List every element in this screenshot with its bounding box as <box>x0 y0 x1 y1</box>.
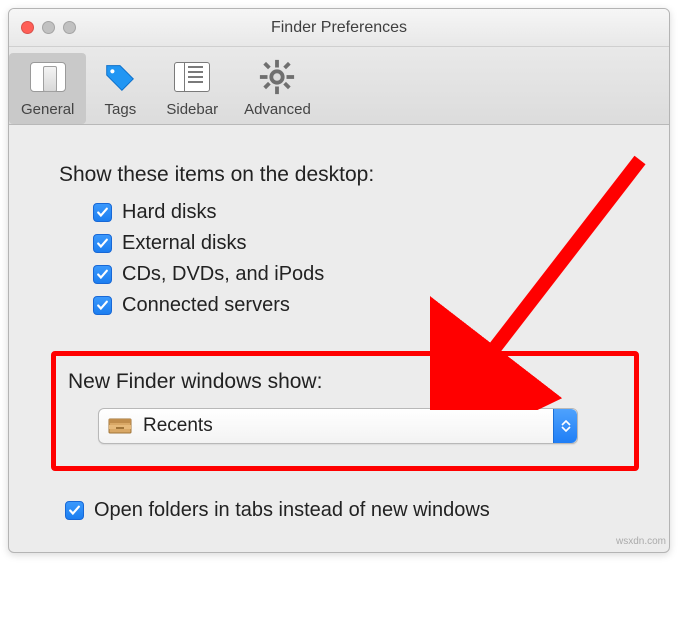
tag-icon <box>100 57 140 97</box>
recents-drawer-icon <box>107 415 133 437</box>
zoom-icon[interactable] <box>63 21 76 34</box>
check-cds-dvds-ipods[interactable]: CDs, DVDs, and iPods <box>93 263 639 286</box>
popup-selected-label: Recents <box>143 415 213 437</box>
switch-icon <box>28 57 68 97</box>
tab-sidebar[interactable]: Sidebar <box>154 53 230 124</box>
new-window-heading: New Finder windows show: <box>68 370 616 394</box>
watermark-text: wsxdn.com <box>616 536 666 547</box>
gear-icon <box>257 57 297 97</box>
check-label: External disks <box>122 232 247 255</box>
check-label: Hard disks <box>122 201 216 224</box>
content-pane: Show these items on the desktop: Hard di… <box>9 125 669 552</box>
check-hard-disks[interactable]: Hard disks <box>93 201 639 224</box>
checkbox-icon <box>93 296 112 315</box>
minimize-icon[interactable] <box>42 21 55 34</box>
tab-tags-label: Tags <box>105 101 137 118</box>
tab-advanced-label: Advanced <box>244 101 311 118</box>
desktop-items-list: Hard disks External disks CDs, DVDs, and… <box>93 201 639 317</box>
tab-general[interactable]: General <box>9 53 86 124</box>
sidebar-icon <box>172 57 212 97</box>
window-title: Finder Preferences <box>9 19 669 37</box>
traffic-lights <box>21 21 76 34</box>
check-label: Connected servers <box>122 294 290 317</box>
desktop-items-heading: Show these items on the desktop: <box>59 163 639 187</box>
close-icon[interactable] <box>21 21 34 34</box>
preferences-toolbar: General Tags Sidebar Advanced <box>9 47 669 125</box>
check-connected-servers[interactable]: Connected servers <box>93 294 639 317</box>
check-open-in-tabs[interactable]: Open folders in tabs instead of new wind… <box>65 499 639 522</box>
tab-tags[interactable]: Tags <box>88 53 152 124</box>
checkbox-icon <box>93 203 112 222</box>
check-external-disks[interactable]: External disks <box>93 232 639 255</box>
tab-advanced[interactable]: Advanced <box>232 53 323 124</box>
check-label: CDs, DVDs, and iPods <box>122 263 324 286</box>
tab-sidebar-label: Sidebar <box>166 101 218 118</box>
titlebar: Finder Preferences <box>9 9 669 47</box>
chevron-updown-icon <box>553 409 577 443</box>
finder-preferences-window: Finder Preferences General Tags Sidebar … <box>8 8 670 553</box>
tab-general-label: General <box>21 101 74 118</box>
highlight-annotation: New Finder windows show: Recents <box>51 351 639 471</box>
checkbox-icon <box>65 501 84 520</box>
new-window-popup[interactable]: Recents <box>98 408 578 444</box>
checkbox-icon <box>93 234 112 253</box>
check-label: Open folders in tabs instead of new wind… <box>94 499 490 522</box>
checkbox-icon <box>93 265 112 284</box>
